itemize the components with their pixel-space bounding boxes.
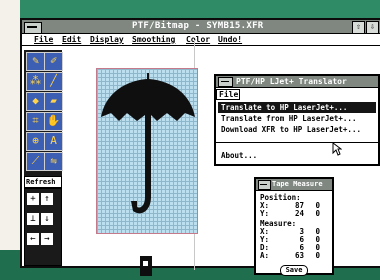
spray-tool-icon[interactable]: ⁂ xyxy=(26,72,45,91)
menu-bar: File Edit Display Smoothing Color Undo! xyxy=(22,34,380,46)
menu-file[interactable]: File xyxy=(34,35,53,44)
tape-measure-title: Tape Measure xyxy=(272,180,323,188)
select-tool-icon[interactable]: ⌗ xyxy=(26,112,45,131)
mouse-pointer-icon xyxy=(332,142,342,156)
zoom-tool-icon[interactable]: ⊕ xyxy=(26,132,45,151)
nav-down-icon[interactable]: ↓ xyxy=(41,213,53,225)
translator-titlebar[interactable]: PTF/HP LJet+ Translator xyxy=(216,76,378,88)
menu-item-download[interactable]: Download XFR to HP LaserJet+... xyxy=(218,124,376,135)
window-title: PTF/Bitmap - SYMB15.XFR xyxy=(132,21,264,31)
translator-system-icon[interactable] xyxy=(218,77,233,87)
tape-system-icon[interactable] xyxy=(258,180,271,190)
system-menu-icon[interactable] xyxy=(24,22,42,34)
menu-color[interactable]: Color xyxy=(186,35,210,44)
knife-tool-icon[interactable]: ⟋ xyxy=(26,152,45,171)
text-tool-icon[interactable]: A xyxy=(44,132,63,151)
nav-up-icon[interactable]: ↑ xyxy=(41,193,53,205)
translator-file-menu[interactable]: File xyxy=(216,89,240,100)
flip-tool-icon[interactable]: ⇋ xyxy=(44,152,63,171)
scroll-up-icon[interactable]: ⇧ xyxy=(352,21,365,34)
bitmap-canvas[interactable] xyxy=(96,68,198,234)
floppy-disk-icon xyxy=(140,256,152,276)
background-paper xyxy=(0,0,20,280)
menu-item-translate-from[interactable]: Translate from HP LaserJet+... xyxy=(218,113,376,124)
fill-tool-icon[interactable]: ◆ xyxy=(26,92,45,111)
pin-icon[interactable]: ⊥ xyxy=(27,213,39,225)
eraser-tool-icon[interactable]: ▰ xyxy=(44,92,63,111)
line-tool-icon[interactable]: ╱ xyxy=(44,72,63,91)
menu-edit[interactable]: Edit xyxy=(62,35,81,44)
save-button[interactable]: Save xyxy=(280,265,308,276)
menu-item-translate-to[interactable]: Translate to HP LaserJet+... xyxy=(218,102,376,113)
refresh-button[interactable]: Refresh xyxy=(24,176,62,188)
menu-item-about[interactable]: About... xyxy=(218,150,376,161)
scroll-down-icon[interactable]: ⇩ xyxy=(366,21,379,34)
window-titlebar[interactable]: PTF/Bitmap - SYMB15.XFR ⇧ ⇩ xyxy=(22,20,380,34)
tape-measure-window: Tape Measure Position: X: 87 0 Y: 24 0 Measu… xyxy=(254,177,334,276)
tool-palette: ✎ ✐ ⁂ ╱ ◆ ▰ ⌗ ✋ ⊕ A ⟋ ⇋ xyxy=(24,50,63,176)
brush-tool-icon[interactable]: ✐ xyxy=(44,52,63,71)
navigation-panel: + ↑ ⊥ ↓ ← → xyxy=(24,188,62,266)
translator-title: PTF/HP LJet+ Translator xyxy=(236,77,347,86)
position-row-y: Y: 24 0 xyxy=(260,209,320,218)
menu-smoothing[interactable]: Smoothing xyxy=(132,35,175,44)
plus-icon[interactable]: + xyxy=(27,193,39,205)
umbrella-bitmap xyxy=(101,73,195,214)
nav-left-icon[interactable]: ← xyxy=(27,233,39,245)
translator-window: PTF/HP LJet+ Translator File Translate t… xyxy=(214,74,380,166)
menu-display[interactable]: Display xyxy=(90,35,124,44)
menu-separator xyxy=(216,142,378,143)
nav-right-icon[interactable]: → xyxy=(41,233,53,245)
menu-undo[interactable]: Undo! xyxy=(218,35,242,44)
measure-row-a: A: 63 0 xyxy=(260,251,320,260)
pencil-tool-icon[interactable]: ✎ xyxy=(26,52,45,71)
tape-measure-titlebar[interactable]: Tape Measure xyxy=(256,179,332,191)
hand-tool-icon[interactable]: ✋ xyxy=(44,112,63,131)
